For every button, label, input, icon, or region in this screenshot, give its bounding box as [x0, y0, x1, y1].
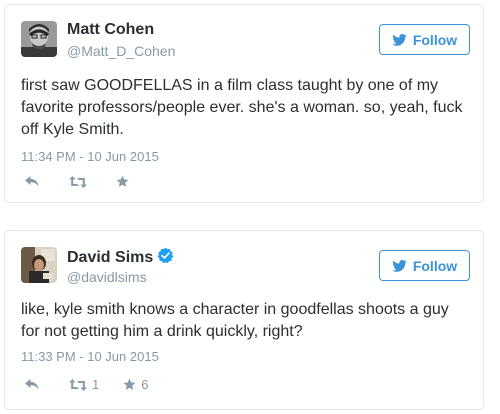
tweet-timestamp[interactable]: 11:34 PM - 10 Jun 2015: [21, 149, 159, 164]
favorite-count: 6: [141, 377, 149, 392]
retweet-icon: [69, 175, 87, 188]
retweet-icon: [69, 378, 87, 391]
follow-button-label: Follow: [412, 31, 458, 48]
twitter-bird-icon: [392, 33, 407, 46]
tweet-actions: 1 6: [25, 377, 148, 392]
display-name[interactable]: David Sims: [67, 247, 174, 267]
tweet-card: David Sims @davidlsims Follow like, kyle…: [4, 230, 484, 410]
tweet-actions: [25, 175, 134, 188]
reply-icon: [25, 379, 39, 390]
follow-button-label: Follow: [412, 257, 458, 274]
display-name[interactable]: Matt Cohen: [67, 21, 154, 39]
tweet-text: like, kyle smith knows a character in go…: [21, 301, 449, 340]
reply-button[interactable]: [25, 176, 39, 187]
reply-icon: [25, 176, 39, 187]
retweet-button[interactable]: 1: [69, 377, 99, 392]
display-name-text[interactable]: Matt Cohen: [67, 21, 154, 38]
twitter-bird-icon: [392, 259, 407, 272]
favorite-icon: [116, 175, 129, 187]
follow-button[interactable]: Follow: [379, 250, 470, 281]
follow-button[interactable]: Follow: [379, 24, 470, 55]
handle[interactable]: @Matt_D_Cohen: [67, 43, 175, 59]
favorite-button[interactable]: 6: [123, 377, 148, 392]
verified-badge-icon: [157, 247, 174, 264]
retweet-button[interactable]: [69, 175, 92, 188]
display-name-text[interactable]: David Sims: [67, 249, 153, 266]
favorite-icon: [123, 378, 136, 390]
retweet-count: 1: [92, 377, 100, 392]
favorite-button[interactable]: [116, 175, 134, 188]
avatar[interactable]: [21, 247, 57, 283]
tweet-timestamp[interactable]: 11:33 PM - 10 Jun 2015: [21, 349, 159, 364]
tweet-text: first saw GOODFELLAS in a film class tau…: [21, 77, 463, 138]
reply-button[interactable]: [25, 379, 39, 390]
handle[interactable]: @davidlsims: [67, 269, 147, 285]
tweet-card: Matt Cohen @Matt_D_Cohen Follow first sa…: [4, 4, 484, 203]
avatar[interactable]: [21, 21, 57, 57]
